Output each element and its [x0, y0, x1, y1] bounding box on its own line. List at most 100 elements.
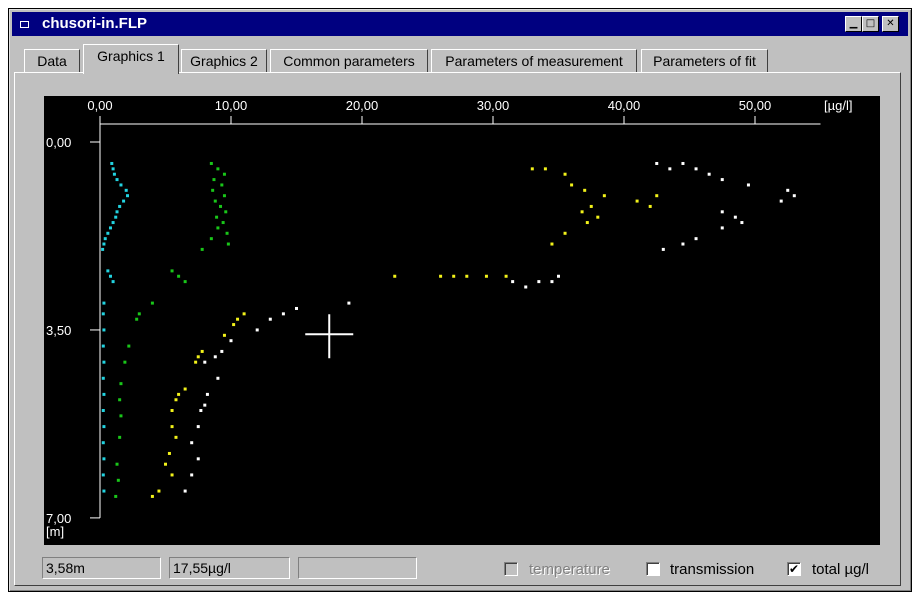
data-point: [209, 161, 213, 165]
data-point: [205, 392, 209, 396]
window-title: chusori-in.FLP: [42, 15, 147, 32]
transmission-checkbox[interactable]: [646, 562, 660, 576]
temperature-label: temperature: [529, 561, 610, 578]
close-button[interactable]: ✕: [882, 16, 899, 32]
depth-readout: 3,58m: [42, 557, 161, 579]
window-icon[interactable]: [20, 21, 29, 28]
data-point: [102, 242, 106, 246]
data-point: [563, 172, 567, 176]
data-point: [102, 425, 106, 429]
total-checkbox[interactable]: ✔: [787, 562, 801, 576]
data-point: [220, 349, 224, 353]
data-point: [216, 226, 220, 230]
data-point: [183, 489, 187, 493]
data-point: [111, 221, 115, 225]
tab-common-parameters[interactable]: Common parameters: [270, 49, 428, 72]
data-point: [164, 462, 167, 466]
data-point: [740, 221, 744, 225]
data-point: [102, 457, 106, 461]
data-point: [557, 274, 560, 278]
x-tick-label: 0,00: [87, 98, 112, 113]
data-point: [226, 242, 230, 246]
data-point: [101, 312, 105, 316]
data-point: [137, 312, 141, 316]
data-point: [268, 317, 272, 321]
data-point: [236, 317, 240, 321]
close-icon: ✕: [886, 18, 895, 29]
data-point: [111, 167, 115, 171]
tab-parameters-of-fit[interactable]: Parameters of fit: [641, 49, 768, 72]
data-point: [792, 194, 796, 198]
depth-profile-chart[interactable]: 0,00 10,00 20,00 30,00 40,00 50,00 [µg/l] 0,00 3…: [44, 96, 880, 545]
data-point: [102, 328, 106, 332]
maximize-button[interactable]: □: [862, 16, 879, 32]
data-point: [102, 360, 106, 364]
data-point: [119, 414, 123, 418]
data-point: [224, 210, 228, 214]
data-point: [452, 274, 456, 278]
data-point: [101, 247, 105, 251]
data-point: [281, 312, 285, 316]
data-point: [112, 172, 116, 176]
data-point: [439, 274, 443, 278]
data-point: [170, 269, 174, 273]
data-point: [101, 344, 105, 348]
data-point: [694, 167, 698, 171]
tab-graphics-1[interactable]: Graphics 1: [83, 44, 179, 74]
minimize-button[interactable]: ▁: [845, 16, 862, 32]
data-point: [183, 280, 187, 284]
x-unit-label: [µg/l]: [824, 98, 852, 113]
data-point: [114, 494, 118, 498]
checkmark-icon: ✔: [788, 562, 800, 576]
data-point: [219, 204, 223, 208]
data-point: [707, 172, 711, 176]
data-point: [563, 231, 567, 235]
data-point: [511, 280, 515, 284]
data-point: [111, 280, 115, 284]
data-point: [570, 183, 574, 187]
data-point: [196, 425, 200, 429]
data-point: [465, 274, 469, 278]
data-point: [209, 237, 213, 241]
tab-data[interactable]: Data: [24, 49, 80, 72]
title-bar[interactable]: chusori-in.FLP ▁ □ ✕: [12, 12, 908, 36]
data-point: [681, 161, 685, 165]
data-point: [668, 167, 672, 171]
data-point: [213, 199, 217, 203]
data-point: [504, 274, 508, 278]
data-point: [115, 178, 119, 182]
minimize-icon: ▁: [849, 18, 858, 29]
y-tick-label: 3,50: [46, 323, 71, 338]
data-point: [116, 478, 120, 482]
data-point: [115, 210, 119, 214]
data-point: [177, 392, 181, 396]
tab-graphics-2[interactable]: Graphics 2: [181, 49, 267, 72]
data-point: [174, 435, 178, 439]
data-point: [635, 199, 639, 203]
data-point: [585, 221, 589, 225]
data-point: [196, 355, 200, 359]
depth-profile-plot[interactable]: 0,00 10,00 20,00 30,00 40,00 50,00 [µg/l] 0,00 3…: [44, 96, 880, 545]
data-point: [126, 194, 130, 198]
data-point: [200, 247, 204, 251]
data-point: [177, 274, 181, 278]
data-point: [222, 333, 226, 337]
data-point: [102, 301, 106, 305]
data-point: [114, 215, 118, 219]
data-point: [199, 409, 203, 412]
total-label[interactable]: total µg/l: [812, 561, 869, 578]
data-point: [216, 167, 220, 171]
data-point: [203, 403, 207, 407]
transmission-label[interactable]: transmission: [670, 561, 754, 578]
data-point: [596, 215, 600, 219]
data-point: [786, 188, 790, 192]
data-point: [720, 178, 724, 182]
tab-parameters-of-measurement[interactable]: Parameters of measurement: [431, 49, 637, 72]
data-point: [242, 312, 246, 316]
data-point: [118, 398, 122, 402]
data-point: [583, 188, 587, 192]
data-point: [212, 178, 216, 182]
data-point: [220, 183, 224, 187]
data-point: [655, 194, 659, 198]
x-tick-label: 10,00: [215, 98, 248, 113]
